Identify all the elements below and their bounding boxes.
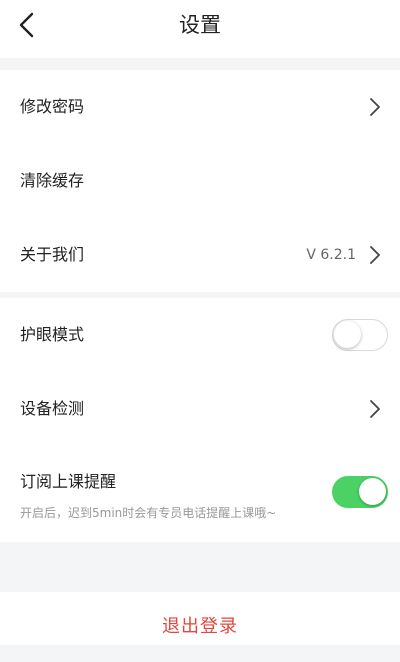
clear-cache-label: 清除缓存 <box>20 171 85 190</box>
page-title: 设置 <box>179 13 221 37</box>
toggle-knob <box>334 321 361 348</box>
eye-protection-row: 护眼模式 <box>0 298 400 372</box>
logout-section: 退出登录 <box>0 592 400 645</box>
nav-header: 设置 <box>0 0 400 58</box>
chevron-right-icon <box>370 400 380 418</box>
logout-button[interactable]: 退出登录 <box>0 592 400 645</box>
about-us-label: 关于我们 <box>20 245 85 264</box>
class-reminder-description: 开启后，迟到5min时会有专员电话提醒上课哦~ <box>20 506 277 520</box>
device-settings-group: 护眼模式 设备检测 订阅上课提醒 开启后，迟到5min时会有专员电话提醒上课哦~ <box>0 298 400 542</box>
chevron-right-icon <box>370 246 380 264</box>
change-password-row[interactable]: 修改密码 <box>0 70 400 144</box>
class-reminder-toggle[interactable] <box>332 476 388 508</box>
version-text: V 6.2.1 <box>306 247 356 263</box>
clear-cache-row[interactable]: 清除缓存 <box>0 144 400 218</box>
eye-protection-toggle[interactable] <box>332 319 388 351</box>
change-password-label: 修改密码 <box>20 97 85 116</box>
account-settings-group: 修改密码 清除缓存 关于我们 V 6.2.1 <box>0 70 400 292</box>
eye-protection-label: 护眼模式 <box>20 325 85 344</box>
class-reminder-label: 订阅上课提醒 <box>20 472 117 491</box>
class-reminder-row: 订阅上课提醒 开启后，迟到5min时会有专员电话提醒上课哦~ <box>0 446 400 542</box>
chevron-right-icon <box>370 98 380 116</box>
toggle-knob <box>359 478 386 505</box>
device-check-row[interactable]: 设备检测 <box>0 372 400 446</box>
about-us-row[interactable]: 关于我们 V 6.2.1 <box>0 218 400 292</box>
device-check-label: 设备检测 <box>20 399 85 418</box>
